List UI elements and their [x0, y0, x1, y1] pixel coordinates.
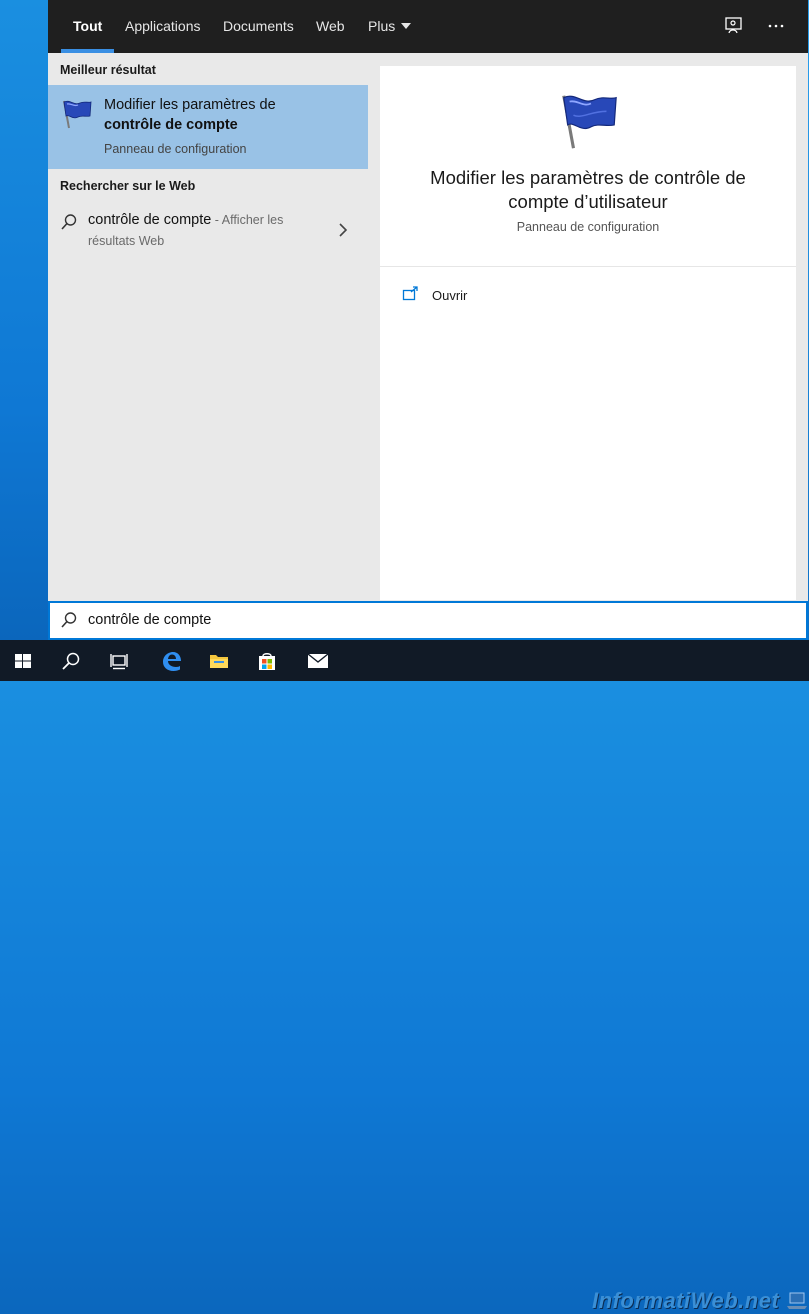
web-search-subline: résultats Web — [88, 234, 165, 248]
laptop-logo-icon — [787, 1292, 807, 1309]
web-search-item[interactable]: contrôle de compte - Afficher les résult… — [48, 201, 368, 257]
best-match-header: Meilleur résultat — [60, 63, 156, 77]
search-box[interactable] — [48, 601, 808, 640]
edge-button[interactable] — [148, 640, 196, 681]
web-search-query: contrôle de compte - Afficher les — [88, 212, 283, 228]
tab-web[interactable]: Web — [316, 0, 345, 53]
search-input[interactable] — [88, 603, 688, 638]
search-box-icon — [61, 612, 77, 628]
edge-icon — [163, 652, 181, 671]
tab-plus-label: Plus — [368, 18, 396, 34]
tab-applications[interactable]: Applications — [125, 0, 201, 53]
start-icon — [15, 654, 31, 668]
mail-icon — [307, 653, 329, 668]
results-list: Meilleur résultat Modifier les paramètre… — [48, 53, 368, 601]
detail-divider — [380, 266, 796, 267]
web-search-suffix: - Afficher les — [211, 213, 284, 227]
taskbar: InformatiWeb.net — [0, 640, 809, 1313]
start-button[interactable] — [0, 640, 48, 681]
chevron-down-icon — [401, 23, 412, 29]
feedback-icon[interactable] — [724, 16, 744, 36]
store-button[interactable] — [244, 640, 292, 681]
tab-documents[interactable]: Documents — [223, 0, 294, 53]
web-search-header: Rechercher sur le Web — [60, 179, 196, 193]
task-view-icon — [110, 654, 128, 670]
search-icon — [62, 652, 80, 670]
best-match-subtitle: Panneau de configuration — [104, 142, 247, 156]
file-explorer-button[interactable] — [196, 640, 244, 681]
detail-subtitle: Panneau de configuration — [516, 220, 660, 234]
mail-button[interactable] — [294, 640, 342, 681]
more-icon[interactable] — [766, 16, 786, 36]
uac-flag-large-icon — [562, 95, 617, 149]
taskbar-search-button[interactable] — [48, 640, 96, 681]
search-tabs-bar: Tout Applications Documents Web Plus — [48, 0, 808, 53]
tab-tout[interactable]: Tout — [60, 0, 115, 53]
file-explorer-icon — [210, 655, 228, 668]
web-search-query-text: contrôle de compte — [88, 212, 212, 228]
watermark-logo: InformatiWeb.net — [592, 1288, 780, 1313]
search-panel: Tout Applications Documents Web Plus Mei… — [48, 0, 808, 640]
detail-pane: Modifier les paramètres de contrôle de c… — [380, 66, 796, 600]
best-match-item[interactable]: Modifier les paramètres de contrôle de c… — [48, 85, 368, 169]
search-icon — [61, 214, 77, 230]
task-view-button[interactable] — [96, 640, 144, 681]
store-icon — [259, 653, 275, 670]
chevron-right-icon[interactable] — [338, 223, 348, 237]
uac-flag-icon — [63, 100, 92, 129]
detail-title: Modifier les paramètres de contrôle de c… — [430, 167, 746, 212]
best-match-title-line1: Modifier les paramètres de — [104, 97, 276, 113]
best-match-title-line2: contrôle de compte — [104, 117, 238, 133]
open-icon — [402, 286, 418, 301]
open-action-label: Ouvrir — [432, 288, 468, 303]
tab-plus[interactable]: Plus — [368, 0, 412, 53]
